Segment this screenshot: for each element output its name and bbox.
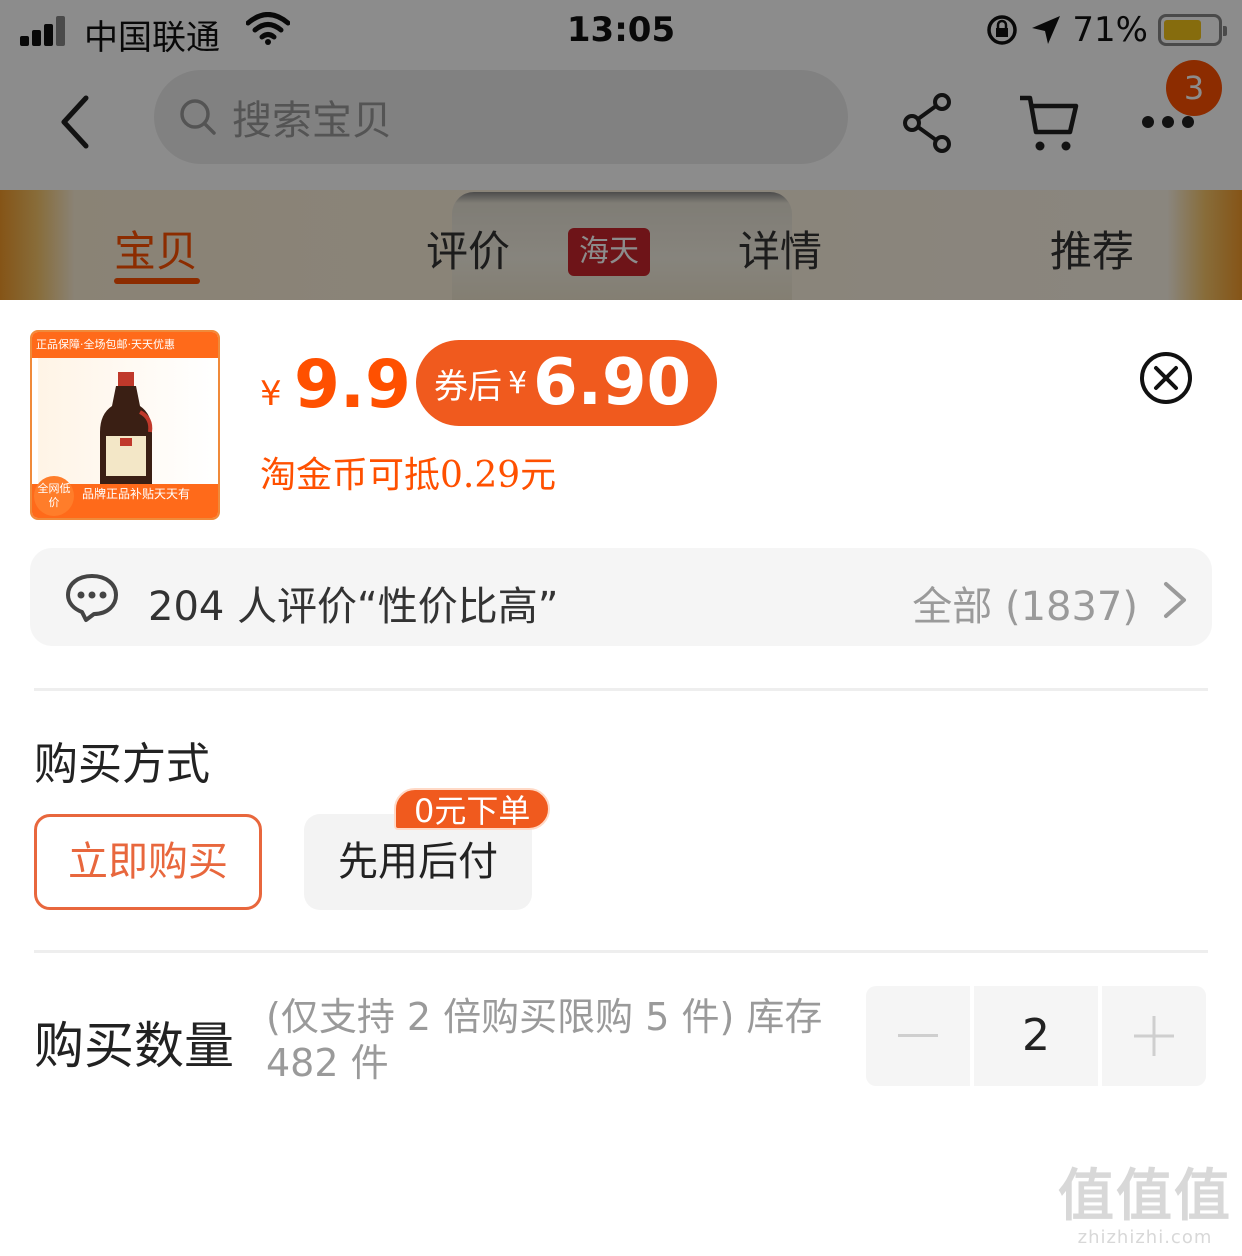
price-value: 9.9: [294, 346, 411, 423]
all-reviews-link[interactable]: 全部 (1837): [912, 574, 1138, 632]
review-summary-text: 204 人评价“性价比高”: [148, 584, 559, 630]
taojinbi-discount: 淘金币可抵0.29元: [260, 455, 557, 496]
close-icon[interactable]: [1138, 350, 1194, 406]
thumbnail-low-price-badge: 全网低价: [34, 476, 74, 516]
minus-icon: [898, 1034, 938, 1037]
soy-bottle-image: [100, 372, 153, 488]
option-buy-now[interactable]: 立即购买: [34, 814, 262, 910]
modal-overlay[interactable]: [0, 0, 1242, 300]
quantity-title: 购买数量: [34, 1017, 234, 1075]
watermark: 值值值 zhizhizhi.com: [1058, 1164, 1232, 1249]
coupon-price-badge: 券后 ¥ 6.90: [416, 340, 717, 426]
purchase-method-title: 购买方式: [34, 739, 210, 790]
product-thumbnail: 正品保障·全场包邮·天天优惠 品牌正品补贴天天有 全网低价: [30, 330, 220, 520]
coupon-currency: ¥: [508, 365, 528, 401]
quantity-stepper: 2: [866, 986, 1208, 1086]
coupon-label: 券后: [434, 366, 502, 407]
chat-bubble-icon: [66, 574, 118, 622]
coupon-price: 6.90: [533, 346, 691, 420]
divider: [34, 950, 1208, 953]
plus-icon: [1134, 1016, 1174, 1056]
divider: [34, 688, 1208, 691]
quantity-value[interactable]: 2: [974, 986, 1098, 1086]
sku-bottom-sheet: 正品保障·全场包邮·天天优惠 品牌正品补贴天天有 全网低价 ¥ 9.9 券后 ¥…: [0, 300, 1242, 1256]
quantity-limit-note: (仅支持 2 倍购买限购 5 件) 库存 482 件: [266, 995, 823, 1085]
decrement-button[interactable]: [866, 986, 970, 1086]
thumbnail-top-band: 正品保障·全场包邮·天天优惠: [32, 332, 218, 358]
review-summary-bar[interactable]: 204 人评价“性价比高” 全部 (1837): [30, 548, 1212, 646]
chevron-right-icon: [1164, 582, 1186, 618]
price-currency: ¥: [260, 374, 282, 414]
pay-later-tag: 0元下单: [394, 788, 551, 830]
watermark-logo: 值值值: [1058, 1164, 1232, 1229]
watermark-domain: zhizhizhi.com: [1077, 1227, 1213, 1248]
increment-button[interactable]: [1102, 986, 1206, 1086]
